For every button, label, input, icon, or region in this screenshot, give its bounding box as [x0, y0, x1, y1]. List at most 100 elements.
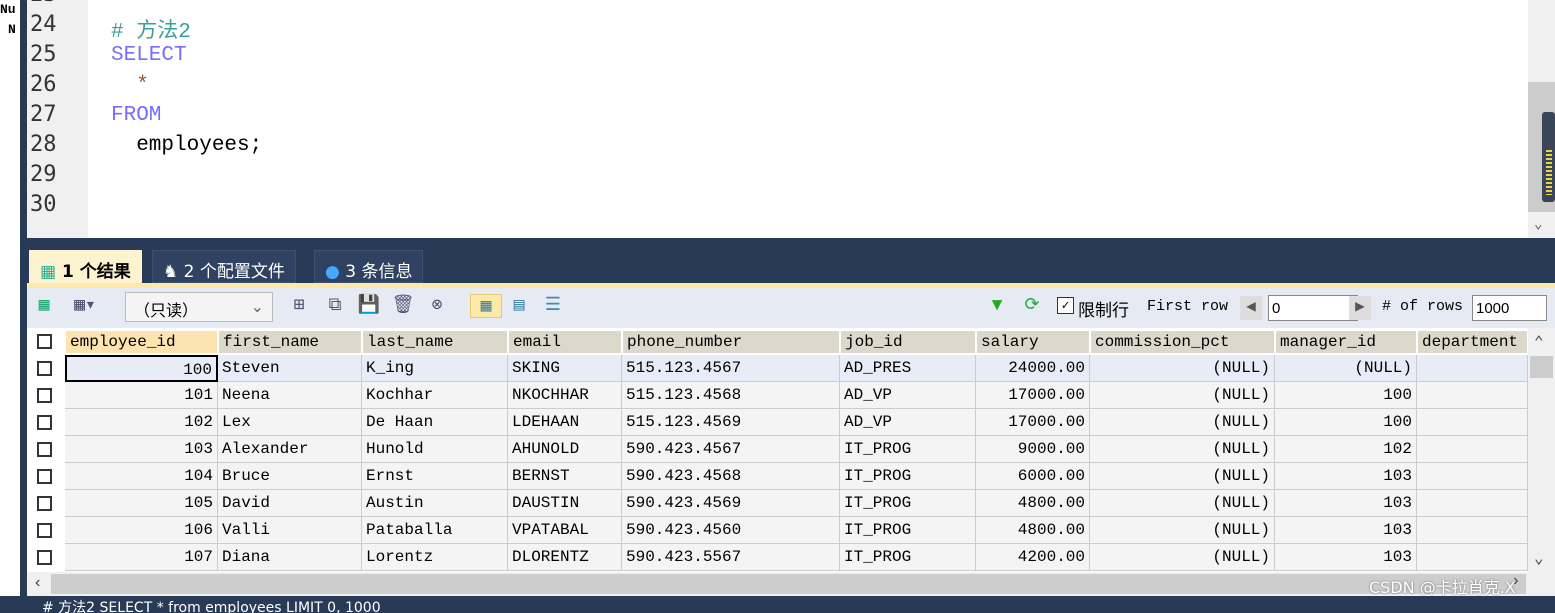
results-grid[interactable]: employee_id first_name last_name email phone… [27, 328, 1528, 572]
column-header-employee_id[interactable]: employee_id [65, 330, 218, 354]
grid-horizontal-scrollbar[interactable]: ‹ › CSDN @卡拉肖克.X [27, 572, 1555, 597]
cell-manager_id[interactable]: 103 [1275, 490, 1417, 517]
cell-commission_pct[interactable]: (NULL) [1090, 490, 1275, 517]
cell-commission_pct[interactable]: (NULL) [1090, 355, 1275, 382]
cell-phone_number[interactable]: 515.123.4567 [622, 355, 840, 382]
cell-phone_number[interactable]: 515.123.4568 [622, 382, 840, 409]
cell-job_id[interactable]: IT_PROG [840, 544, 976, 571]
tab-results[interactable]: ▦ 1 个结果 [29, 250, 142, 283]
refresh-icon[interactable]: ⟳ [1020, 294, 1044, 318]
cell-salary[interactable]: 4800.00 [976, 490, 1090, 517]
cell-email[interactable]: DAUSTIN [508, 490, 622, 517]
cell-last_name[interactable]: Kochhar [362, 382, 508, 409]
scroll-thumb[interactable] [51, 574, 1526, 594]
cell-department[interactable] [1417, 355, 1528, 382]
column-header-manager_id[interactable]: manager_id [1275, 330, 1417, 354]
row-checkbox[interactable] [37, 415, 52, 430]
save-icon[interactable]: 💾 [357, 294, 381, 318]
row-checkbox[interactable] [37, 469, 52, 484]
grid-view-icon[interactable]: ▦ [470, 294, 502, 318]
editor-scrollbar[interactable]: ⌄ [1528, 0, 1555, 238]
cell-salary[interactable]: 4800.00 [976, 517, 1090, 544]
cell-manager_id[interactable]: 100 [1275, 382, 1417, 409]
cell-job_id[interactable]: IT_PROG [840, 517, 976, 544]
cancel-changes-icon[interactable]: ⊗ [425, 294, 449, 318]
cell-first_name[interactable]: David [218, 490, 362, 517]
grid-vertical-scrollbar[interactable]: ⌃ ⌄ [1528, 328, 1555, 572]
sql-editor[interactable]: 23 24 # 方法2 25 SELECT 26 * 27 FROM 28 employees;… [27, 0, 1528, 238]
filter-icon[interactable]: ▼ [985, 294, 1009, 318]
cell-last_name[interactable]: K_ing [362, 355, 508, 382]
cell-email[interactable]: DLORENTZ [508, 544, 622, 571]
cell-first_name[interactable]: Alexander [218, 436, 362, 463]
cell-employee_id[interactable]: 102 [65, 409, 218, 436]
add-row-icon[interactable]: ⊞ [287, 294, 311, 318]
cell-email[interactable]: BERNST [508, 463, 622, 490]
cell-employee_id[interactable]: 100 [65, 355, 218, 382]
cell-job_id[interactable]: IT_PROG [840, 436, 976, 463]
cell-job_id[interactable]: AD_VP [840, 409, 976, 436]
column-header-last_name[interactable]: last_name [362, 330, 508, 354]
row-checkbox[interactable] [37, 388, 52, 403]
tab-messages[interactable]: ● 3 条信息 [314, 250, 424, 283]
first-row-input[interactable] [1268, 295, 1358, 321]
cell-salary[interactable]: 6000.00 [976, 463, 1090, 490]
cell-phone_number[interactable]: 590.423.4567 [622, 436, 840, 463]
cell-phone_number[interactable]: 590.423.5567 [622, 544, 840, 571]
cell-job_id[interactable]: AD_PRES [840, 355, 976, 382]
scroll-thumb[interactable] [1530, 356, 1553, 378]
cell-manager_id[interactable]: 103 [1275, 517, 1417, 544]
column-header-job_id[interactable]: job_id [840, 330, 976, 354]
cell-last_name[interactable]: Pataballa [362, 517, 508, 544]
cell-salary[interactable]: 24000.00 [976, 355, 1090, 382]
select-all-checkbox[interactable] [37, 334, 52, 349]
num-rows-input[interactable] [1472, 295, 1547, 321]
cell-first_name[interactable]: Valli [218, 517, 362, 544]
cell-last_name[interactable]: Lorentz [362, 544, 508, 571]
delete-icon[interactable]: 🗑 [391, 294, 415, 318]
cell-job_id[interactable]: IT_PROG [840, 490, 976, 517]
cell-salary[interactable]: 9000.00 [976, 436, 1090, 463]
prev-page-button[interactable]: ◀ [1240, 296, 1262, 320]
cell-department[interactable] [1417, 517, 1528, 544]
chevron-up-icon[interactable]: ⌃ [1534, 332, 1544, 352]
cell-commission_pct[interactable]: (NULL) [1090, 463, 1275, 490]
cell-last_name[interactable]: Ernst [362, 463, 508, 490]
text-view-icon[interactable]: ☰ [541, 294, 565, 318]
code-line[interactable]: SELECT [111, 44, 187, 67]
cell-first_name[interactable]: Bruce [218, 463, 362, 490]
cell-commission_pct[interactable]: (NULL) [1090, 544, 1275, 571]
column-header-salary[interactable]: salary [976, 330, 1090, 354]
column-header-department[interactable]: department [1417, 330, 1528, 354]
row-checkbox[interactable] [37, 361, 52, 376]
cell-department[interactable] [1417, 382, 1528, 409]
cell-last_name[interactable]: Hunold [362, 436, 508, 463]
cell-salary[interactable]: 4200.00 [976, 544, 1090, 571]
cell-salary[interactable]: 17000.00 [976, 382, 1090, 409]
cell-first_name[interactable]: Lex [218, 409, 362, 436]
form-view-icon[interactable]: ▤ [507, 294, 531, 318]
cell-email[interactable]: VPATABAL [508, 517, 622, 544]
cell-commission_pct[interactable]: (NULL) [1090, 436, 1275, 463]
cell-manager_id[interactable]: 103 [1275, 544, 1417, 571]
cell-employee_id[interactable]: 101 [65, 382, 218, 409]
cell-employee_id[interactable]: 105 [65, 490, 218, 517]
cell-department[interactable] [1417, 409, 1528, 436]
column-header-first_name[interactable]: first_name [218, 330, 362, 354]
cell-manager_id[interactable]: (NULL) [1275, 355, 1417, 382]
cell-job_id[interactable]: IT_PROG [840, 463, 976, 490]
cell-manager_id[interactable]: 103 [1275, 463, 1417, 490]
cell-email[interactable]: NKOCHHAR [508, 382, 622, 409]
cell-salary[interactable]: 17000.00 [976, 409, 1090, 436]
column-header-commission_pct[interactable]: commission_pct [1090, 330, 1275, 354]
cell-last_name[interactable]: Austin [362, 490, 508, 517]
cell-department[interactable] [1417, 490, 1528, 517]
mode-select[interactable]: （只读） ⌄ [125, 292, 273, 322]
cell-department[interactable] [1417, 463, 1528, 490]
next-page-button[interactable]: ▶ [1349, 296, 1371, 320]
cell-employee_id[interactable]: 103 [65, 436, 218, 463]
cell-phone_number[interactable]: 590.423.4569 [622, 490, 840, 517]
cell-employee_id[interactable]: 106 [65, 517, 218, 544]
cell-first_name[interactable]: Diana [218, 544, 362, 571]
tab-profiles[interactable]: ♞ 2 个配置文件 [152, 250, 296, 283]
